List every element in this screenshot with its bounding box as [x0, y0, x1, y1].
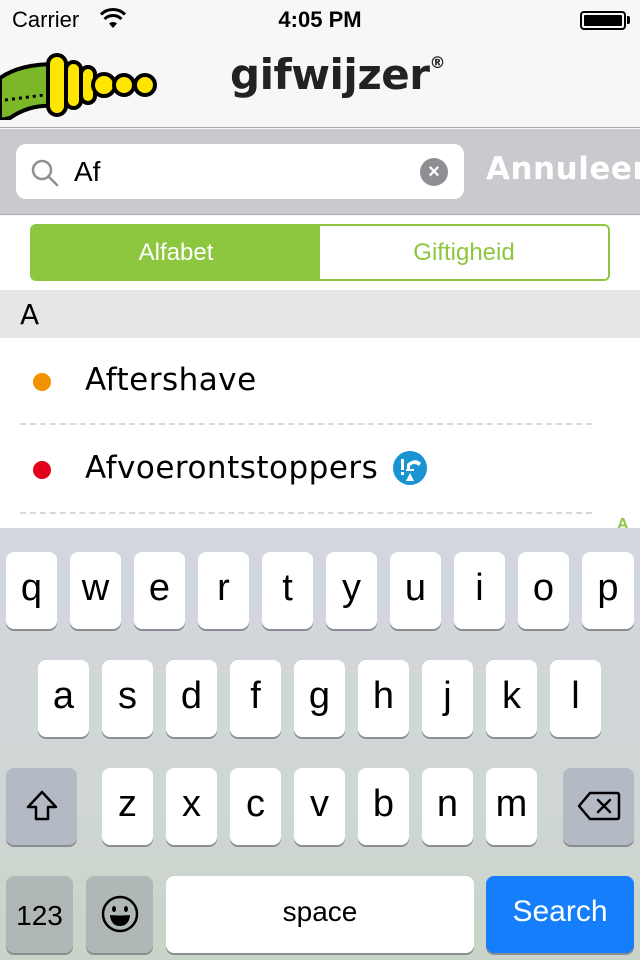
tab-giftigheid[interactable]: Giftigheid — [320, 226, 608, 279]
status-bar: Carrier 4:05 PM — [0, 0, 640, 40]
key-h[interactable]: h — [358, 660, 409, 737]
key-u[interactable]: u — [390, 552, 441, 629]
key-j[interactable]: j — [422, 660, 473, 737]
backspace-key[interactable] — [563, 768, 634, 845]
toxicity-dot-orange — [33, 373, 51, 391]
space-key[interactable]: space — [166, 876, 474, 953]
key-t[interactable]: t — [262, 552, 313, 629]
shift-icon — [26, 790, 57, 821]
section-header: A — [0, 290, 640, 338]
emoji-icon — [101, 895, 138, 933]
list-item[interactable]: Afvoerontstoppers — [0, 426, 640, 514]
key-n[interactable]: n — [422, 768, 473, 845]
key-m[interactable]: m — [486, 768, 537, 845]
key-k[interactable]: k — [486, 660, 537, 737]
key-y[interactable]: y — [326, 552, 377, 629]
key-s[interactable]: s — [102, 660, 153, 737]
key-w[interactable]: w — [70, 552, 121, 629]
key-z[interactable]: z — [102, 768, 153, 845]
segment-area: Alfabet Giftigheid — [0, 216, 640, 290]
key-o[interactable]: o — [518, 552, 569, 629]
search-input[interactable] — [74, 152, 404, 192]
key-c[interactable]: c — [230, 768, 281, 845]
key-l[interactable]: l — [550, 660, 601, 737]
app-header: gifwijzer® — [0, 40, 640, 128]
key-x[interactable]: x — [166, 768, 217, 845]
section-header-label: A — [20, 298, 40, 331]
key-q[interactable]: q — [6, 552, 57, 629]
logo-icon — [0, 53, 157, 120]
key-g[interactable]: g — [294, 660, 345, 737]
toxicity-dot-red — [33, 461, 51, 479]
key-i[interactable]: i — [454, 552, 505, 629]
keyboard: q w e r t y u i o p a s d f g h j k l z … — [0, 528, 640, 960]
search-field[interactable]: × — [16, 144, 464, 199]
backspace-icon — [577, 791, 620, 821]
battery-icon — [580, 11, 626, 30]
key-b[interactable]: b — [358, 768, 409, 845]
key-r[interactable]: r — [198, 552, 249, 629]
battery-tip — [627, 16, 630, 24]
close-icon: × — [428, 161, 440, 183]
search-key[interactable]: Search — [486, 876, 634, 953]
key-p[interactable]: p — [582, 552, 634, 629]
clock: 4:05 PM — [278, 7, 362, 32]
clear-search-button[interactable]: × — [420, 158, 448, 186]
search-bar: × Annuleer — [0, 129, 640, 215]
key-e[interactable]: e — [134, 552, 185, 629]
results-list: Aftershave Afvoerontstoppers A — [0, 338, 640, 533]
item-name: Afvoerontstoppers — [85, 450, 379, 486]
key-d[interactable]: d — [166, 660, 217, 737]
brand-logo-text: gifwijzer® — [230, 50, 445, 99]
shift-key[interactable] — [6, 768, 77, 845]
hazard-warning-icon — [393, 451, 427, 485]
separator — [20, 423, 592, 425]
tab-alfabet[interactable]: Alfabet — [32, 226, 320, 279]
list-item[interactable]: Aftershave — [0, 338, 640, 426]
emoji-key[interactable] — [86, 876, 153, 953]
separator — [20, 512, 592, 514]
sort-segmented-control: Alfabet Giftigheid — [30, 224, 610, 281]
key-f[interactable]: f — [230, 660, 281, 737]
cancel-button[interactable]: Annuleer — [486, 151, 640, 187]
key-a[interactable]: a — [38, 660, 89, 737]
key-v[interactable]: v — [294, 768, 345, 845]
numbers-key[interactable]: 123 — [6, 876, 73, 953]
item-name: Aftershave — [85, 362, 257, 398]
search-icon — [31, 159, 59, 187]
